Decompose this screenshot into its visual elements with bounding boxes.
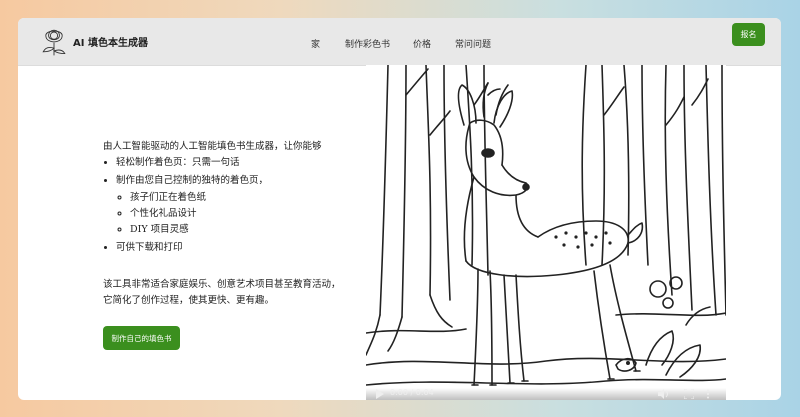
top-navbar: AI 填色本生成器 家 制作彩色书 价格 常问问题 报名 — [18, 18, 781, 66]
sub-list-item: DIY 项目灵感 — [130, 224, 343, 236]
demo-video[interactable] — [366, 65, 726, 400]
make-book-button[interactable]: 制作自己的填色书 — [103, 326, 180, 350]
signup-button[interactable]: 报名 — [732, 23, 765, 46]
sub-bullet-list: 孩子们正在着色纸 个性化礼品设计 DIY 项目灵感 — [116, 192, 343, 236]
nav-make-book[interactable]: 制作彩色书 — [345, 37, 390, 50]
video-time: 0:00 / 0:04 — [390, 388, 434, 397]
fullscreen-icon[interactable] — [684, 389, 694, 399]
nav-home[interactable]: 家 — [311, 37, 320, 50]
sub-list-item: 孩子们正在着色纸 — [130, 192, 343, 204]
intro-text: 由人工智能驱动的人工智能填色书生成器，让你能够 — [103, 141, 322, 152]
volume-icon[interactable] — [658, 389, 670, 399]
description-paragraph: 该工具非常适合家庭娱乐、创意艺术项目甚至教育活动，它简化了创作过程，使其更快、更… — [103, 279, 341, 307]
video-controls: 0:00 / 0:04 — [366, 388, 726, 400]
bullet-list: 轻松制作着色页：只需一句话 制作由您自己控制的独特的着色页， 孩子们正在着色纸 … — [103, 157, 343, 254]
list-item: 制作由您自己控制的独特的着色页， 孩子们正在着色纸 个性化礼品设计 DIY 项目… — [116, 174, 343, 236]
more-icon[interactable] — [706, 389, 710, 399]
nav-pricing[interactable]: 价格 — [413, 37, 431, 50]
deer-coloring-illustration — [366, 65, 726, 386]
logo-text[interactable]: AI 填色本生成器 — [73, 34, 148, 49]
play-icon[interactable] — [376, 389, 384, 399]
nav-faq[interactable]: 常问问题 — [455, 37, 491, 50]
feature-list: 由人工智能驱动的人工智能填色书生成器，让你能够 轻松制作着色页：只需一句话 制作… — [103, 138, 343, 261]
list-item-text: 制作由您自己控制的独特的着色页， — [116, 174, 269, 186]
app-window: AI 填色本生成器 家 制作彩色书 价格 常问问题 报名 由人工智能驱动的人工智… — [18, 18, 781, 400]
sub-list-item: 个性化礼品设计 — [130, 208, 343, 220]
list-item: 轻松制作着色页：只需一句话 — [116, 157, 343, 169]
rose-logo-icon[interactable] — [36, 23, 72, 59]
list-item: 可供下载和打印 — [116, 242, 343, 254]
